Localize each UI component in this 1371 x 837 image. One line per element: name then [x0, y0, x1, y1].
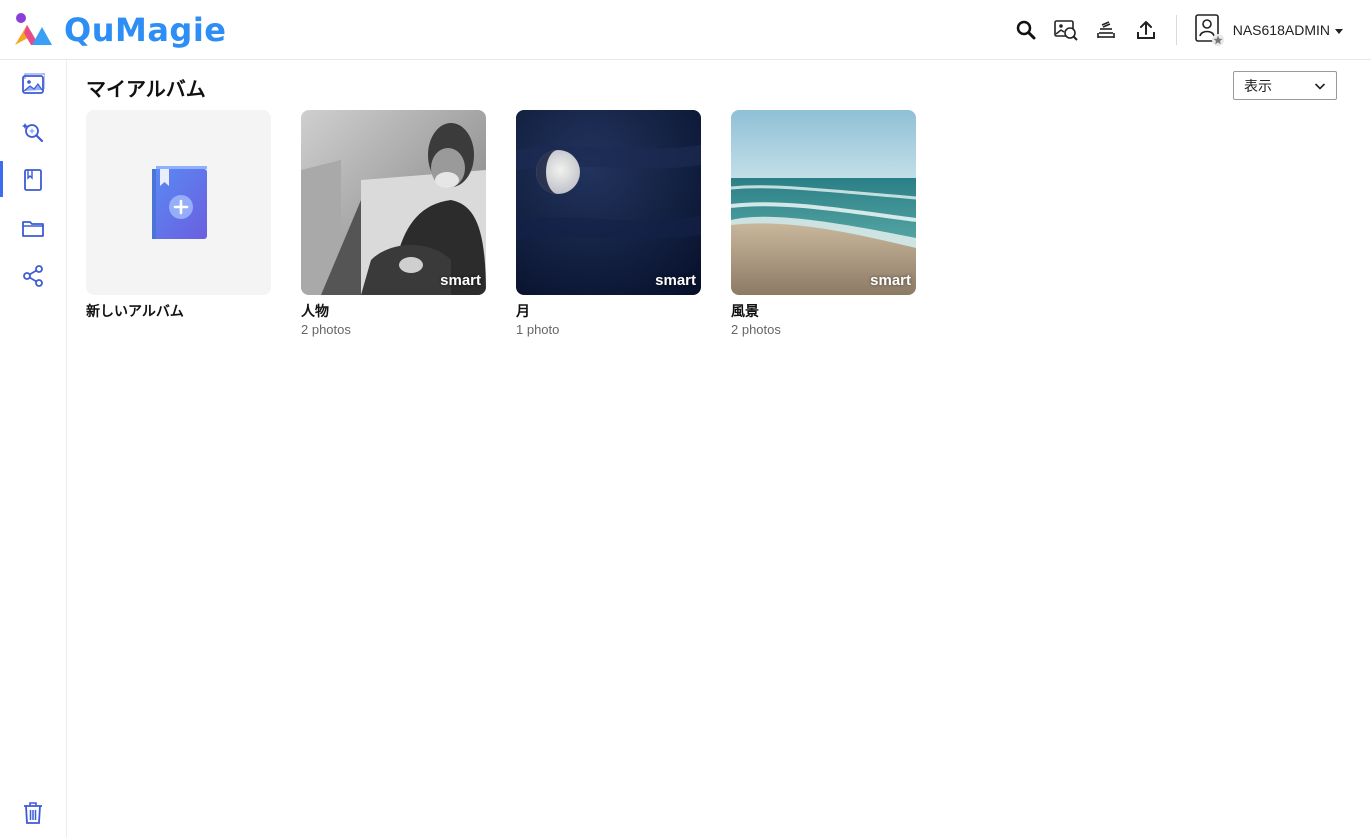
user-name: NAS618ADMIN: [1232, 22, 1330, 38]
page-title: マイアルバム: [86, 79, 206, 101]
trash-icon: [24, 802, 42, 824]
smart-badge: smart: [870, 272, 911, 289]
search-button[interactable]: [1006, 10, 1046, 50]
add-album-icon: [151, 165, 207, 239]
left-sidebar: [0, 60, 67, 837]
album-card-scenery[interactable]: smart 風景 2 photos: [731, 110, 916, 337]
admin-avatar-icon: [1194, 14, 1224, 46]
album-thumb-scenery[interactable]: smart: [731, 110, 916, 295]
album-thumb-moon[interactable]: smart: [516, 110, 701, 295]
sidebar-item-folders[interactable]: [0, 206, 66, 250]
new-album-thumb[interactable]: [86, 110, 271, 295]
album-card-people[interactable]: smart 人物 2 photos: [301, 110, 486, 337]
album-name: 月: [516, 303, 530, 319]
smart-badge: smart: [440, 272, 481, 289]
album-count: 2 photos: [731, 322, 781, 337]
face-search-icon: [1053, 20, 1078, 41]
new-album-card[interactable]: 新しいアルバム: [86, 110, 271, 319]
album-count: 1 photo: [516, 322, 560, 337]
album-icon: [24, 169, 42, 191]
album-cover-image: [516, 110, 701, 295]
sidebar-item-things[interactable]: [0, 110, 66, 154]
folder-icon: [22, 221, 44, 237]
header-divider: [1175, 15, 1177, 45]
upload-icon: [1136, 21, 1155, 39]
album-cover-image: [731, 110, 916, 295]
app-title: QuMagie: [64, 11, 227, 49]
album-count: 2 photos: [301, 322, 351, 337]
logo-icon: [15, 13, 52, 45]
sidebar-item-sharing[interactable]: [0, 254, 66, 298]
magic-search-icon: [22, 123, 44, 143]
app-logo[interactable]: QuMagie: [12, 10, 227, 50]
album-cover-image: [301, 110, 486, 295]
smart-badge: smart: [655, 272, 696, 289]
tasks-button[interactable]: [1086, 10, 1126, 50]
photo-icon: [22, 73, 45, 94]
view-select[interactable]: 表示: [1233, 71, 1337, 100]
face-search-button[interactable]: [1046, 10, 1086, 50]
sidebar-item-photos[interactable]: [0, 62, 66, 106]
chevron-down-icon: [1314, 83, 1326, 90]
new-album-label: 新しいアルバム: [86, 303, 184, 319]
view-select-value: 表示: [1244, 77, 1272, 94]
album-name: 人物: [301, 303, 329, 319]
sidebar-item-albums[interactable]: [0, 158, 66, 202]
caret-down-icon: [1335, 28, 1343, 34]
album-name: 風景: [731, 303, 759, 319]
top-header: QuMagie NAS618ADMIN: [0, 0, 1371, 60]
share-icon: [23, 265, 43, 287]
album-thumb-people[interactable]: smart: [301, 110, 486, 295]
stack-icon: [1096, 21, 1115, 38]
user-menu[interactable]: NAS618ADMIN: [1193, 13, 1343, 47]
main-content: マイアルバム 表示 新しいアルバム smart 人物 2 photos smar…: [67, 60, 1371, 837]
album-card-moon[interactable]: smart 月 1 photo: [516, 110, 701, 337]
sidebar-item-trash[interactable]: [0, 791, 66, 835]
upload-button[interactable]: [1126, 10, 1166, 50]
search-icon: [1016, 20, 1036, 40]
